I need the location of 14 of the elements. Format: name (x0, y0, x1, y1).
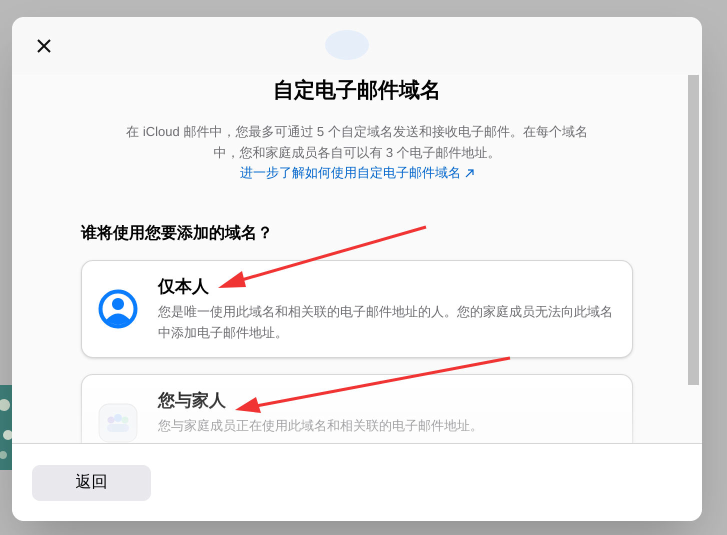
option-card[interactable]: 仅本人 您是唯一使用此域名和相关联的电子邮件地址的人。您的家庭成员无法向此域名中添加电子邮件地址。 (81, 260, 633, 358)
option-title: 仅本人 (158, 276, 210, 298)
option-description: 您与家庭成员正在使用此域名和相关联的电子邮件地址。 (158, 417, 483, 435)
back-button[interactable]: 返回 (32, 464, 151, 500)
option-description: 您是唯一使用此域名和相关联的电子邮件地址的人。您的家庭成员无法向此域名中添加电子邮件地址。 (158, 303, 614, 342)
option-card[interactable]: 您与家人 您与家庭成员正在使用此域名和相关联的电子邮件地址。 (81, 374, 633, 443)
question: 谁将使用您要添加的域名？ (81, 223, 274, 244)
dialog-title: 自定电子邮件域名 (273, 78, 441, 104)
description: 在 iCloud 邮件中，您最多可通过 5 个自定域名发送和接收电子邮件。在每个域名中，您和家庭成员各自可以有 3 个电子邮件地址。 (126, 123, 588, 162)
person-icon (98, 289, 138, 329)
close-icon (37, 39, 51, 53)
option-title: 您与家人 (158, 390, 227, 412)
arrow-icon (465, 168, 474, 178)
learn-more-link[interactable]: 进一步了解如何使用自定电子邮件域名 (240, 163, 474, 183)
